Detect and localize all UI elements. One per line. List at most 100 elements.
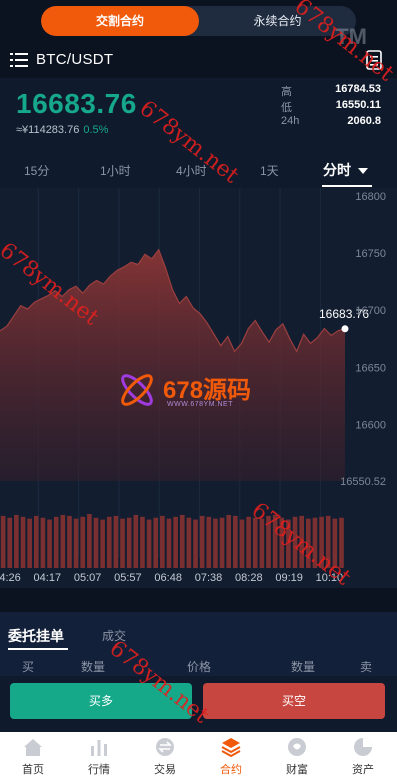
y-tick-label: 16650 xyxy=(355,362,386,374)
list-menu-icon[interactable] xyxy=(10,53,28,67)
volume-bar xyxy=(146,519,152,568)
stat-high: 高 16784.53 xyxy=(281,83,381,99)
logo-text: 678源码 xyxy=(163,377,252,404)
col-qty-sell: 数量 xyxy=(291,660,316,674)
stat-low-label: 低 xyxy=(281,102,292,114)
volume-bar xyxy=(47,519,52,568)
nav-wealth[interactable]: 财富 xyxy=(264,736,330,777)
x-tick-label: 04:17 xyxy=(34,572,62,584)
tab-15min[interactable]: 15分 xyxy=(24,162,49,179)
x-tick-label: 04:26 xyxy=(0,572,21,584)
nav-market[interactable]: 行情 xyxy=(66,736,132,777)
volume-bar xyxy=(106,516,112,568)
volume-bar xyxy=(239,519,245,568)
volume-bar xyxy=(120,518,125,568)
change-percent: 0.5% xyxy=(83,124,109,136)
tab-1day[interactable]: 1天 xyxy=(260,162,279,179)
nav-wealth-label: 财富 xyxy=(286,764,308,776)
volume-bar xyxy=(160,515,165,568)
col-buy: 买 xyxy=(22,660,35,674)
volume-bar xyxy=(193,519,198,568)
volume-bar xyxy=(219,517,225,568)
stat-volume-value: 2060.8 xyxy=(347,115,381,127)
tab-open-orders[interactable]: 委托挂单 xyxy=(8,626,64,646)
x-tick-label: 09:19 xyxy=(275,572,303,584)
volume-bar xyxy=(206,516,212,568)
nav-assets-label: 资产 xyxy=(352,764,374,776)
volume-bar xyxy=(133,514,139,568)
y-tick-label: 16600 xyxy=(355,419,386,431)
volume-bar xyxy=(166,518,172,568)
y-min-label: 16550.52 xyxy=(340,476,386,488)
nav-trade[interactable]: 交易 xyxy=(132,736,198,777)
assets-icon xyxy=(354,738,372,756)
volume-bar xyxy=(213,518,218,568)
col-qty-buy: 数量 xyxy=(81,660,106,674)
stat-high-value: 16784.53 xyxy=(335,83,381,95)
x-tick-label: 06:48 xyxy=(154,572,182,584)
volume-bar xyxy=(0,515,6,568)
nav-contract-label: 合约 xyxy=(220,764,242,776)
volume-bar xyxy=(14,514,19,568)
stat-high-label: 高 xyxy=(281,86,292,98)
home-icon xyxy=(24,739,42,756)
orders-tab-underline xyxy=(8,648,68,650)
volume-bar xyxy=(199,515,205,568)
trade-icon xyxy=(156,738,174,756)
volume-bar xyxy=(60,514,66,568)
volume-bar xyxy=(73,518,79,568)
order-book-panel: 委托挂单 成交 买 数量 价格 数量 卖 xyxy=(0,612,397,682)
cny-price: ≈¥114283.76 0.5% xyxy=(16,124,108,136)
wealth-icon xyxy=(288,738,306,756)
ticker-stats: 高 16784.53 低 16550.11 24h 2060.8 xyxy=(281,83,381,131)
y-tick-label: 16750 xyxy=(355,248,386,260)
volume-bar xyxy=(140,516,145,568)
volume-bar xyxy=(27,518,32,568)
tab-timeshare-label: 分时 xyxy=(323,162,351,178)
col-sell: 卖 xyxy=(360,660,373,674)
volume-bar xyxy=(173,516,178,568)
nav-market-label: 行情 xyxy=(88,764,110,776)
volume-bar xyxy=(126,517,132,568)
volume-bar xyxy=(186,517,192,568)
x-tick-label: 08:28 xyxy=(235,572,263,584)
stat-volume: 24h 2060.8 xyxy=(281,115,381,131)
volume-bar xyxy=(87,514,92,568)
volume-bar xyxy=(153,517,159,568)
volume-bar xyxy=(246,516,251,568)
x-tick-label: 05:07 xyxy=(74,572,102,584)
last-price-dot xyxy=(341,325,349,333)
buy-short-button[interactable]: 买空 xyxy=(203,683,385,719)
volume-bar xyxy=(100,519,105,568)
site-logo: 678源码 WWW.678YM.NET xyxy=(115,368,290,418)
caret-down-icon xyxy=(357,168,368,174)
bottom-nav: 首页 行情 交易 合约 财富 资产 xyxy=(0,732,397,782)
contract-icon xyxy=(221,738,241,758)
volume-bar xyxy=(179,514,185,568)
tab-delivery-contract[interactable]: 交割合约 xyxy=(41,6,199,36)
volume-bar xyxy=(226,514,232,568)
volume-bar xyxy=(93,517,99,568)
nav-home[interactable]: 首页 xyxy=(0,736,66,777)
volume-bar xyxy=(20,516,26,568)
col-price: 价格 xyxy=(187,660,212,674)
tab-timeshare[interactable]: 分时 xyxy=(323,160,368,180)
nav-trade-label: 交易 xyxy=(154,764,176,776)
nav-assets[interactable]: 资产 xyxy=(330,736,396,777)
stat-volume-label: 24h xyxy=(281,115,300,127)
x-tick-label: 07:38 xyxy=(195,572,223,584)
volume-bar xyxy=(40,517,46,568)
active-tab-underline xyxy=(322,185,372,187)
stat-low-value: 16550.11 xyxy=(335,99,381,111)
stat-low: 低 16550.11 xyxy=(281,99,381,115)
y-tick-label: 16700 xyxy=(355,305,386,317)
y-tick-label: 16800 xyxy=(355,191,386,203)
pair-title[interactable]: BTC/USDT xyxy=(36,51,113,68)
tab-1hour[interactable]: 1小时 xyxy=(100,162,131,179)
nav-contract[interactable]: 合约 xyxy=(198,736,264,777)
volume-bar xyxy=(33,515,39,568)
logo-subtext: WWW.678YM.NET xyxy=(167,401,234,408)
atom-logo-icon xyxy=(121,374,153,406)
volume-bar xyxy=(113,515,119,568)
nav-home-label: 首页 xyxy=(22,764,44,776)
